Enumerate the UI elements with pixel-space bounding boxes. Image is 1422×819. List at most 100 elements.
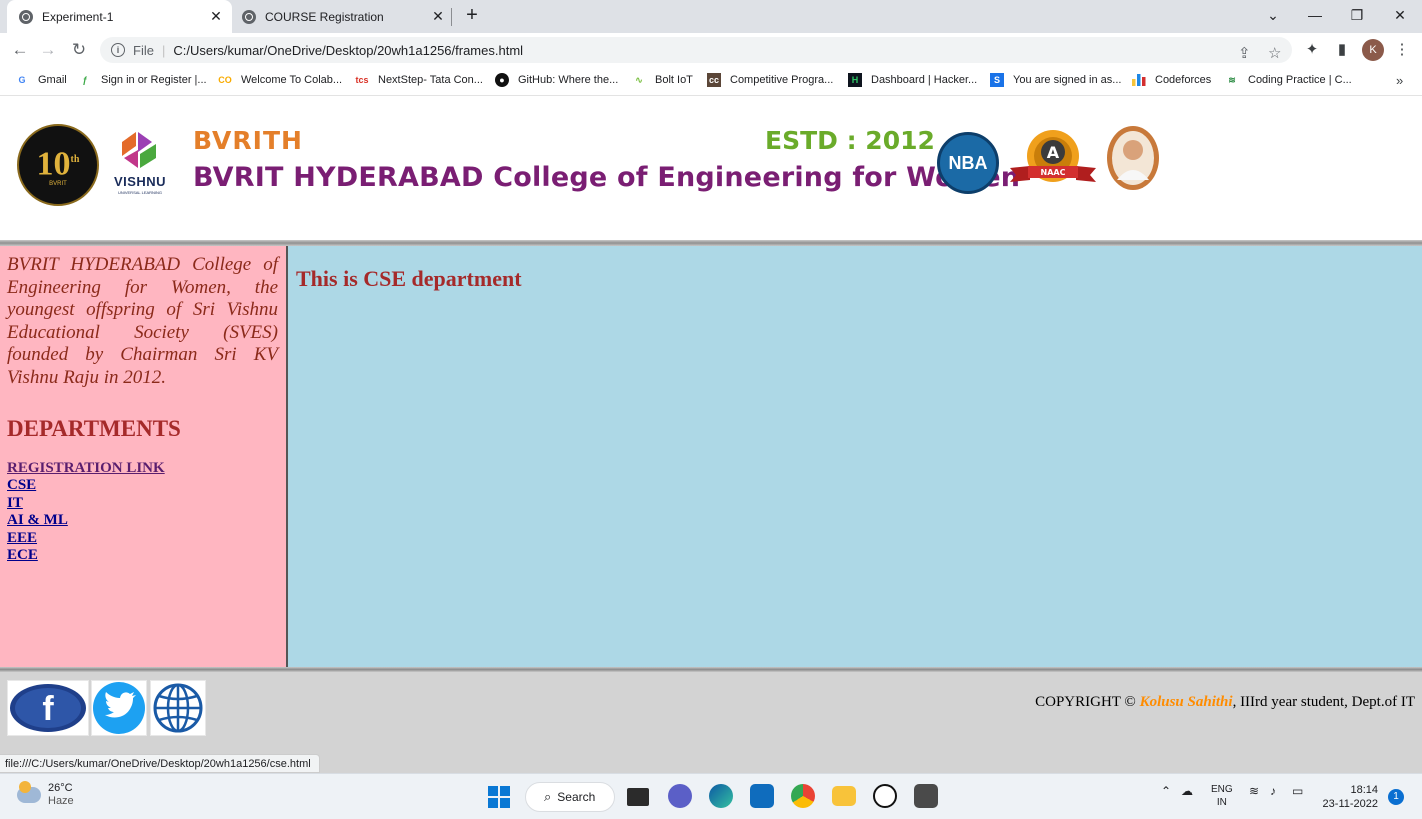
close-tab-icon[interactable]: ✕ <box>430 8 446 25</box>
side-panel-icon[interactable]: ▮ <box>1332 40 1352 60</box>
coding-practice-icon: ≋ <box>1228 74 1236 85</box>
founder-portrait <box>1107 126 1159 190</box>
vishnu-tagline: UNIVERSAL LEARNING <box>117 190 163 195</box>
tab-search-icon[interactable]: ⌄ <box>1258 4 1288 26</box>
nba-badge: NBA <box>937 132 999 194</box>
lang-bottom: IN <box>1216 797 1227 808</box>
copyright-text: COPYRIGHT © Kolusu Sahithi, IIIrd year s… <box>1035 694 1415 711</box>
facebook-icon: f <box>10 684 86 732</box>
search-icon: ⌕ <box>544 789 552 804</box>
bookmarks-bar: G Gmail ƒ Sign in or Register |... CO We… <box>0 67 1422 96</box>
reload-button[interactable]: ↻ <box>68 39 90 61</box>
show-hidden-icons[interactable]: ⌃ <box>1161 784 1171 798</box>
battery-icon[interactable]: ▭ <box>1292 784 1303 798</box>
department-links: REGISTRATION LINK CSE IT AI & ML EEE ECE <box>7 460 278 565</box>
hackerrank-icon: H <box>848 73 862 87</box>
extensions-icon[interactable]: ✦ <box>1302 40 1322 60</box>
new-tab-button[interactable]: + <box>462 4 482 26</box>
globe-icon <box>242 9 256 24</box>
maximize-button[interactable]: ❐ <box>1342 4 1372 26</box>
twitter-icon <box>93 682 145 734</box>
taskbar-search[interactable]: ⌕ Search <box>525 782 615 812</box>
college-description: BVRIT HYDERABAD College of Engineering f… <box>7 254 278 388</box>
taskbar: 26°C Haze ⌕ Search ⌃ ☁ ENG IN ≋ ♪ ▭ 18:1… <box>0 773 1422 819</box>
tab-strip: Experiment-1 ✕ COURSE Registration ✕ + ⌄… <box>0 0 1422 33</box>
bookmark-bolt[interactable]: ∿ Bolt IoT <box>632 73 693 87</box>
naac-label: NAAC <box>1041 168 1066 177</box>
cse-link[interactable]: CSE <box>7 477 278 495</box>
tab-experiment-1[interactable]: Experiment-1 ✕ <box>7 0 232 33</box>
twitter-link[interactable] <box>91 680 147 736</box>
bookmark-nextstep[interactable]: tcs NextStep- Tata Con... <box>355 73 482 87</box>
clock[interactable]: 18:14 23-11-2022 <box>1318 783 1378 811</box>
close-tab-icon[interactable]: ✕ <box>208 8 224 25</box>
bookmark-github[interactable]: ● GitHub: Where the... <box>495 73 618 87</box>
minimize-button[interactable]: — <box>1300 4 1330 26</box>
start-button[interactable] <box>488 786 510 808</box>
registration-link[interactable]: REGISTRATION LINK <box>7 460 278 478</box>
forward-button[interactable]: → <box>37 39 59 61</box>
gmail-icon: G <box>18 75 26 85</box>
bookmark-gmail[interactable]: G Gmail <box>15 73 66 87</box>
copyright-prefix: COPYRIGHT © <box>1035 694 1140 710</box>
logo-caption: BVRIT <box>49 181 67 188</box>
main-frame: This is CSE department <box>288 246 1422 667</box>
facebook-link[interactable]: f <box>7 680 89 736</box>
bookmark-star-icon[interactable]: ☆ <box>1268 44 1281 62</box>
github-icon: ● <box>495 73 509 87</box>
ece-link[interactable]: ECE <box>7 547 278 565</box>
bookmark-hackerrank[interactable]: H Dashboard | Hacker... <box>848 73 977 87</box>
info-icon[interactable]: i <box>111 43 125 57</box>
share-icon[interactable]: ⇪ <box>1238 44 1251 62</box>
departments-heading: DEPARTMENTS <box>7 415 181 441</box>
url-scheme: File <box>133 42 154 58</box>
profile-avatar[interactable]: K <box>1362 39 1384 61</box>
header-frame: 10th BVRIT VISHNU UNIVERSAL LEARNING BVR… <box>0 96 1422 240</box>
tab-course-registration[interactable]: COURSE Registration ✕ <box>232 0 454 33</box>
volume-icon[interactable]: ♪ <box>1270 784 1276 798</box>
back-button[interactable]: ← <box>9 39 31 61</box>
file-explorer-icon[interactable] <box>832 786 856 806</box>
copyright-suffix: , IIIrd year student, Dept.of IT <box>1232 694 1415 710</box>
date: 23-11-2022 <box>1322 798 1378 810</box>
bookmark-codeforces[interactable]: Codeforces <box>1132 73 1211 87</box>
dell-icon[interactable] <box>873 784 897 808</box>
language-indicator[interactable]: ENG IN <box>1211 783 1233 809</box>
mail-icon[interactable] <box>750 784 774 808</box>
chrome-icon[interactable] <box>791 784 815 808</box>
bookmark-colab[interactable]: CO Welcome To Colab... <box>218 73 342 87</box>
aiml-link[interactable]: AI & ML <box>7 512 278 530</box>
close-window-button[interactable]: ✕ <box>1385 4 1415 26</box>
bolt-icon: ∿ <box>635 74 643 85</box>
menu-icon[interactable]: ⋮ <box>1392 40 1412 60</box>
notification-badge[interactable]: 1 <box>1388 789 1404 805</box>
temperature: 26°C <box>48 782 73 794</box>
svg-text:f: f <box>42 690 54 728</box>
cc-icon: cc <box>707 73 721 87</box>
wifi-icon[interactable]: ≋ <box>1249 784 1259 798</box>
url-text[interactable]: C:/Users/kumar/OneDrive/Desktop/20wh1a12… <box>173 43 523 58</box>
more-bookmarks-icon[interactable]: » <box>1396 73 1403 88</box>
bookmark-signin[interactable]: ƒ Sign in or Register |... <box>78 73 206 87</box>
vishnu-wordmark: VISHNU <box>113 174 167 189</box>
eee-link[interactable]: EEE <box>7 530 278 548</box>
website-link[interactable] <box>150 680 206 736</box>
browser-toolbar: ← → ↻ i File | C:/Users/kumar/OneDrive/D… <box>0 33 1422 67</box>
bookmark-coding-practice[interactable]: ≋ Coding Practice | C... <box>1225 73 1352 87</box>
bookmark-signed-in[interactable]: S You are signed in as... <box>990 73 1121 87</box>
onedrive-icon[interactable]: ☁ <box>1181 784 1193 798</box>
it-link[interactable]: IT <box>7 495 278 513</box>
globe-icon <box>19 9 33 24</box>
lang-top: ENG <box>1211 784 1233 795</box>
task-view-icon[interactable] <box>627 788 649 806</box>
bookmark-label: Dashboard | Hacker... <box>871 74 978 86</box>
bookmark-label: Competitive Progra... <box>730 74 834 86</box>
sublime-text-icon[interactable] <box>914 784 938 808</box>
bookmark-competitive[interactable]: cc Competitive Progra... <box>707 73 833 87</box>
vishnu-logo: VISHNU UNIVERSAL LEARNING <box>104 128 176 196</box>
weather-widget[interactable]: 26°C Haze <box>17 781 74 808</box>
bookmark-label: Bolt IoT <box>655 74 693 86</box>
teams-chat-icon[interactable] <box>668 784 692 808</box>
edge-icon[interactable] <box>709 784 733 808</box>
address-bar[interactable]: i File | C:/Users/kumar/OneDrive/Desktop… <box>100 37 1292 63</box>
